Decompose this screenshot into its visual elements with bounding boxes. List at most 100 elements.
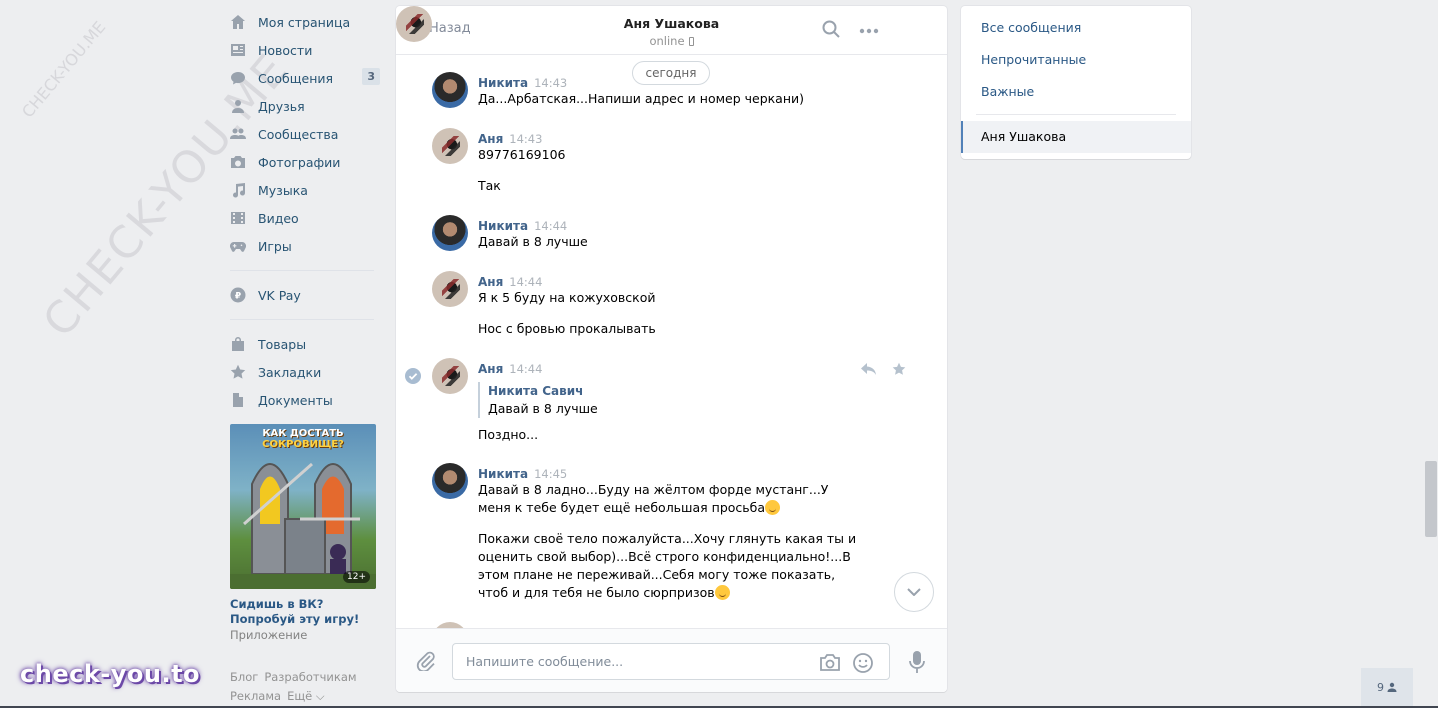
vkpay-icon: ₽ <box>230 287 246 303</box>
user-icon <box>1387 682 1397 692</box>
nav-item-photos[interactable]: Фотографии <box>230 148 376 176</box>
ad-block[interactable]: КАК ДОСТАТЬ СОКРОВИЩЕ? 12+ Сидишь в ВК? … <box>230 424 376 642</box>
ad-caption[interactable]: Сидишь в ВК? Попробуй эту игру! <box>230 597 376 627</box>
camera-icon <box>230 154 246 170</box>
reply-text: Давай в 8 лучше <box>488 401 598 416</box>
nav-label: Музыка <box>258 182 308 198</box>
message-author[interactable]: Аня <box>478 275 503 289</box>
bag-icon <box>230 336 246 352</box>
reply-author[interactable]: Никита Савич <box>488 382 598 400</box>
message-text: Так <box>478 178 501 193</box>
message-item[interactable]: Никита 14:44 Давай в 8 лучше <box>432 215 872 255</box>
more-icon[interactable] <box>859 28 879 34</box>
message-author[interactable]: Аня <box>478 362 503 376</box>
nav-item-goods[interactable]: Товары <box>230 330 376 358</box>
svg-text:₽: ₽ <box>235 292 241 302</box>
date-separator: сегодня <box>632 61 710 85</box>
nav-label: Документы <box>258 392 333 408</box>
chevron-down-icon <box>907 588 921 596</box>
nav-item-messages[interactable]: Сообщения 3 <box>230 64 380 92</box>
nav-label: Друзья <box>258 98 305 114</box>
message-head: Аня 14:44 <box>478 274 542 289</box>
message-text: Я к 5 буду на кожуховской <box>478 290 656 305</box>
nav-item-bookmarks[interactable]: Закладки <box>230 358 376 386</box>
message-time[interactable]: 14:43 <box>509 132 542 146</box>
filter-active-conversation[interactable]: Аня Ушакова <box>961 121 1191 153</box>
message-author[interactable]: Никита <box>478 467 528 481</box>
message-history[interactable]: сегодня Никита 14:43 Да...Арбатская...Нап… <box>396 56 947 628</box>
filter-unread[interactable]: Непрочитанные <box>961 44 1191 76</box>
microphone-icon[interactable] <box>908 650 926 674</box>
search-icon[interactable] <box>822 20 840 38</box>
footer-link-blog[interactable]: Блог <box>230 670 258 684</box>
scroll-down-button[interactable] <box>894 572 934 612</box>
message-text: Поздно... <box>478 427 539 442</box>
message-time[interactable]: 14:43 <box>534 76 567 90</box>
smile-icon[interactable] <box>852 652 874 674</box>
messages-filter-panel: Все сообщения Непрочитанные Важные Аня У… <box>961 6 1191 159</box>
message-time[interactable]: 14:44 <box>534 219 567 233</box>
nav-item-video[interactable]: Видео <box>230 204 376 232</box>
nav-item-communities[interactable]: Сообщества <box>230 120 376 148</box>
friends-online-count: 9 <box>1377 680 1384 694</box>
nav-item-my-page[interactable]: Моя страница <box>230 8 376 36</box>
avatar[interactable] <box>432 215 468 251</box>
camera-icon[interactable] <box>819 654 841 672</box>
message-text-content: Покажи своё тело пожалуйста...Хочу гляну… <box>478 531 857 600</box>
avatar[interactable] <box>432 463 468 499</box>
nav-label: Игры <box>258 238 292 254</box>
avatar[interactable] <box>432 72 468 108</box>
message-text: Давай в 8 лучше <box>478 234 588 249</box>
nav-item-games[interactable]: Игры <box>230 232 376 260</box>
footer-link-more[interactable]: Ещё ⌵ <box>287 689 325 703</box>
filter-important[interactable]: Важные <box>961 76 1191 108</box>
message-item[interactable]: Аня 14:44 Никита Савич Давай в 8 лучше По… <box>432 358 872 448</box>
home-icon <box>230 14 246 30</box>
footer-link-ads[interactable]: Реклама <box>230 689 281 703</box>
video-icon <box>230 210 246 226</box>
avatar[interactable] <box>432 128 468 164</box>
messages-count-badge: 3 <box>362 68 380 85</box>
nav-item-news[interactable]: Новости <box>230 36 376 64</box>
selected-check-icon[interactable] <box>405 368 421 384</box>
mobile-icon <box>688 37 694 46</box>
avatar[interactable] <box>432 271 468 307</box>
message-text: Нос с бровью прокалывать <box>478 321 656 336</box>
peer-avatar[interactable] <box>396 6 432 42</box>
message-author[interactable]: Аня <box>478 132 503 146</box>
message-item[interactable]: Никита 14:45 Давай в 8 ладно...Буду на жё… <box>432 463 872 603</box>
message-text: Покажи своё тело пожалуйста...Хочу гляну… <box>478 530 858 602</box>
message-author[interactable]: Никита <box>478 76 528 90</box>
footer-link-developers[interactable]: Разработчикам <box>264 670 356 684</box>
nav-label: Товары <box>258 336 307 352</box>
message-text: 89776169106 <box>478 147 566 162</box>
page-scrollbar[interactable] <box>1425 461 1437 537</box>
paperclip-icon[interactable] <box>415 649 437 671</box>
friends-online-button[interactable]: 9 <box>1361 668 1413 706</box>
star-icon <box>230 364 246 380</box>
nav-item-documents[interactable]: Документы <box>230 386 376 414</box>
chat-header: Назад Аня Ушакова online <box>396 6 947 55</box>
ad-illustration <box>230 462 376 589</box>
message-time[interactable]: 14:45 <box>534 467 567 481</box>
message-item[interactable]: Аня 14:44 Я к 5 буду на кожуховской Нос с… <box>432 271 872 341</box>
nav-item-friends[interactable]: Друзья <box>230 92 376 120</box>
message-item[interactable]: Аня 14:43 89776169106 Так <box>432 128 872 198</box>
message-head: Аня 14:44 <box>478 361 542 376</box>
message-time[interactable]: 14:44 <box>509 275 542 289</box>
nav-label: Фотографии <box>258 154 341 170</box>
message-author[interactable]: Никита <box>478 219 528 233</box>
message-text: Да...Арбатская...Напиши адрес и номер че… <box>478 91 805 106</box>
document-icon <box>230 392 246 408</box>
message-time[interactable]: 14:44 <box>509 362 542 376</box>
quoted-reply[interactable]: Никита Савич Давай в 8 лучше <box>478 382 598 418</box>
nav-item-vkpay[interactable]: ₽ VK Pay <box>230 281 376 309</box>
ad-game-image[interactable]: КАК ДОСТАТЬ СОКРОВИЩЕ? 12+ <box>230 424 376 589</box>
emoji-icon <box>714 585 730 600</box>
reply-icon[interactable] <box>861 362 877 376</box>
filter-all-messages[interactable]: Все сообщения <box>961 12 1191 44</box>
nav-item-music[interactable]: Музыка <box>230 176 376 204</box>
star-icon[interactable] <box>891 362 907 376</box>
avatar[interactable] <box>432 358 468 394</box>
message-head: Никита 14:45 <box>478 466 567 481</box>
